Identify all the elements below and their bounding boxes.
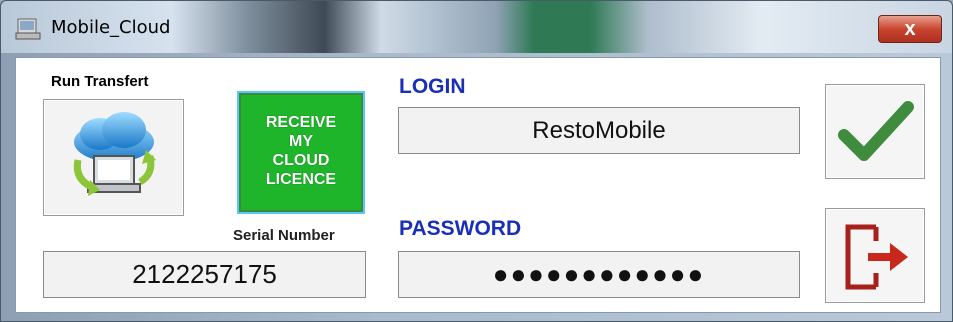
serial-number-label: Serial Number	[233, 227, 335, 244]
licence-line-2: MY	[289, 133, 313, 150]
run-transfer-label: Run Transfert	[51, 73, 149, 90]
password-field[interactable]: ●●●●●●●●●●●●	[398, 251, 800, 298]
login-field[interactable]: RestoMobile	[398, 107, 800, 154]
confirm-button[interactable]	[825, 84, 925, 179]
exit-button[interactable]	[825, 208, 925, 303]
cloud-sync-icon	[73, 112, 156, 196]
exit-door-icon	[845, 224, 908, 290]
app-icon	[15, 17, 43, 41]
app-window: Mobile_Cloud x Run Transfert RECEIVE MY …	[0, 0, 953, 322]
title-bar[interactable]: Mobile_Cloud x	[1, 1, 952, 53]
licence-line-3: CLOUD	[272, 152, 330, 169]
close-button[interactable]: x	[878, 15, 942, 43]
checkmark-icon	[838, 101, 914, 161]
run-transfer-button[interactable]	[43, 99, 184, 216]
password-label: PASSWORD	[399, 217, 522, 240]
window-title: Mobile_Cloud	[51, 17, 171, 38]
serial-number-field[interactable]: 2122257175	[43, 251, 366, 298]
receive-licence-button[interactable]: RECEIVE MY CLOUD LICENCE	[237, 91, 365, 214]
licence-line-4: LICENCE	[265, 171, 337, 188]
login-label: LOGIN	[399, 75, 466, 98]
licence-line-1: RECEIVE	[265, 114, 337, 131]
close-icon: x	[904, 18, 916, 40]
